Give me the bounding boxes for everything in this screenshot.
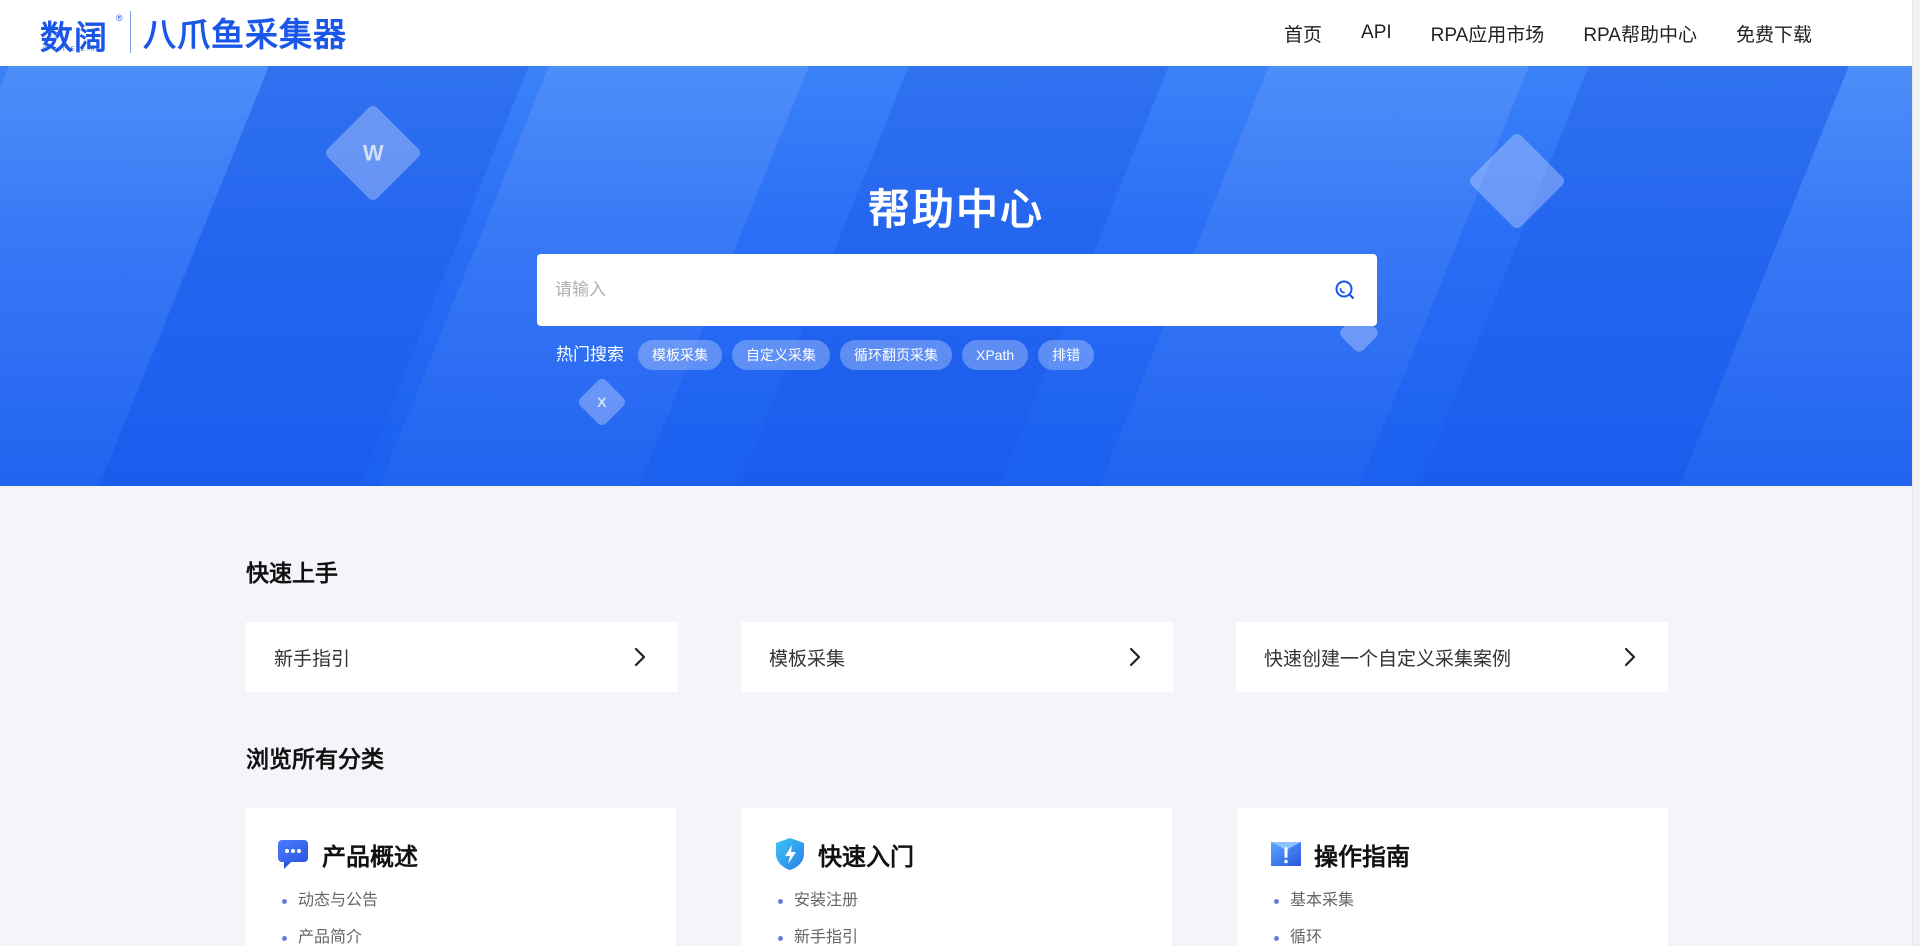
category-link-list: 动态与公告 产品简介 (276, 888, 646, 946)
product-name: 八爪鱼采集器 (143, 15, 347, 54)
quick-card-beginner-guide[interactable]: 新手指引 (246, 622, 678, 692)
category-link[interactable]: 新手指引 (772, 925, 1142, 946)
quick-start-title: 快速上手 (246, 560, 338, 586)
categories-title: 浏览所有分类 (246, 746, 384, 772)
page-scrollbar[interactable] (1912, 0, 1920, 946)
hot-tag-loop-paging[interactable]: 循环翻页采集 (840, 340, 952, 370)
nav-item-rpa-help[interactable]: RPA帮助中心 (1583, 20, 1697, 47)
category-card-operation-guide: 操作指南 基本采集 循环 (1238, 808, 1668, 946)
quick-card-label: 新手指引 (274, 648, 351, 670)
chevron-right-icon (1125, 647, 1145, 667)
category-card-quick-start: 快速入门 安装注册 新手指引 (742, 808, 1172, 946)
alert-folder-icon (1271, 842, 1301, 866)
category-link[interactable]: 动态与公告 (276, 888, 646, 925)
main-nav: 首页 API RPA应用市场 RPA帮助中心 免费下载 (1245, 0, 1812, 66)
chat-bubble-icon (278, 840, 308, 869)
hot-search-label: 热门搜索 (556, 344, 624, 364)
hot-tag-template[interactable]: 模板采集 (638, 340, 722, 370)
chevron-right-icon (630, 647, 650, 667)
site-header: 数阔 ® SKIEER 八爪鱼采集器 首页 API RPA应用市场 RPA帮助中… (0, 0, 1912, 66)
search-icon-svg (1335, 280, 1355, 300)
logo-divider (130, 11, 131, 53)
category-link-list: 基本采集 循环 (1268, 888, 1638, 946)
nav-item-rpa-market[interactable]: RPA应用市场 (1431, 20, 1545, 47)
hot-tag-custom[interactable]: 自定义采集 (732, 340, 830, 370)
nav-item-download[interactable]: 免费下载 (1736, 20, 1812, 47)
main-content: 快速上手 新手指引 模板采集 快速创建一个自定义采集案例 浏览所有分类 产品概述 (0, 486, 1912, 946)
brand-subtitle: SKIEER (43, 47, 102, 53)
registered-mark: ® (116, 13, 123, 23)
category-link[interactable]: 基本采集 (1268, 888, 1638, 925)
quick-card-label: 快速创建一个自定义采集案例 (1264, 648, 1512, 670)
chevron-right-icon (1620, 647, 1640, 667)
quick-card-label: 模板采集 (769, 648, 846, 670)
deco-letter-w: W (362, 139, 384, 165)
hero-banner: W X 帮助中心 热门搜索 模板采集 自定义采集 循环翻页采集 XPath 排错 (0, 66, 1912, 486)
quick-card-template-collection[interactable]: 模板采集 (741, 622, 1173, 692)
category-title: 操作指南 (1314, 843, 1410, 871)
shield-lightning-icon (776, 838, 804, 870)
hot-search-row: 热门搜索 模板采集 自定义采集 循环翻页采集 XPath 排错 (556, 340, 1104, 370)
search-input[interactable] (555, 280, 1295, 300)
nav-item-home[interactable]: 首页 (1284, 20, 1322, 47)
category-link-list: 安装注册 新手指引 (772, 888, 1142, 946)
category-link[interactable]: 产品简介 (276, 925, 646, 946)
brand-logo-mark: 数阔 ® SKIEER (40, 9, 123, 57)
category-card-product-overview: 产品概述 动态与公告 产品简介 (246, 808, 676, 946)
hot-tag-troubleshoot[interactable]: 排错 (1038, 340, 1095, 370)
deco-letter-x: X (597, 394, 607, 410)
category-title: 产品概述 (322, 843, 418, 871)
search-box (537, 254, 1377, 326)
page-title: 帮助中心 (867, 186, 1044, 233)
category-card-header[interactable]: 快速入门 (772, 836, 1142, 872)
category-link[interactable]: 安装注册 (772, 888, 1142, 925)
nav-item-api[interactable]: API (1361, 22, 1392, 44)
search-icon[interactable] (1331, 276, 1359, 304)
hot-tag-xpath[interactable]: XPath (962, 340, 1029, 370)
category-card-header[interactable]: 产品概述 (276, 836, 646, 872)
category-title: 快速入门 (818, 843, 914, 871)
category-card-header[interactable]: 操作指南 (1268, 836, 1638, 872)
quick-card-custom-case[interactable]: 快速创建一个自定义采集案例 (1236, 622, 1668, 692)
category-link[interactable]: 循环 (1268, 925, 1638, 946)
site-logo[interactable]: 数阔 ® SKIEER 八爪鱼采集器 (40, 8, 347, 57)
